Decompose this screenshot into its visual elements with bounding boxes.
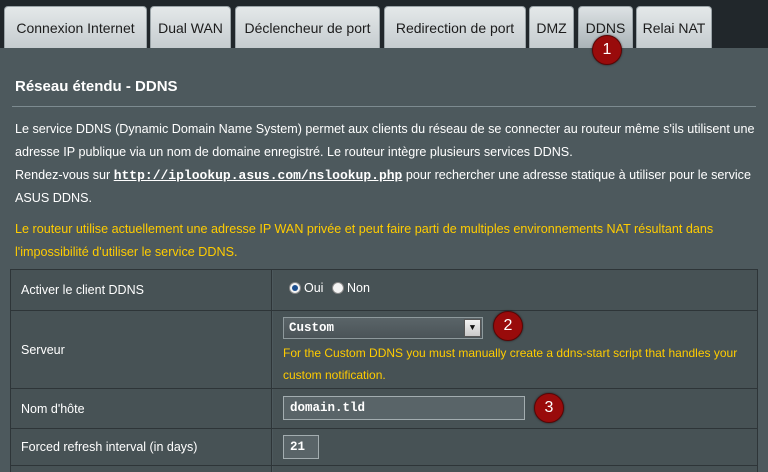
server-select[interactable]: Custom ▼ [283, 317, 483, 339]
tab-dual-wan[interactable]: Dual WAN [150, 6, 231, 48]
refresh-interval-input[interactable]: 21 [283, 435, 319, 459]
chevron-down-icon[interactable]: ▼ [464, 319, 481, 337]
private-ip-warning: Le routeur utilise actuellement une adre… [15, 222, 714, 259]
tab-redirection-de-port[interactable]: Redirection de port [384, 6, 526, 48]
callout-badge-1: 1 [592, 35, 622, 65]
iplookup-link[interactable]: http://iplookup.asus.com/nslookup.php [114, 168, 403, 183]
server-note: For the Custom DDNS you must manually cr… [283, 346, 738, 382]
callout-badge-2: 2 [493, 311, 523, 341]
tab-connexion-internet[interactable]: Connexion Internet [4, 6, 147, 48]
ddns-form: Activer le client DDNS Oui Non Serveur C… [10, 269, 758, 472]
radio-non[interactable] [332, 282, 344, 294]
tab-declencheur-de-port[interactable]: Déclencheur de port [235, 6, 380, 48]
lookup-text-before: Rendez-vous sur [15, 168, 114, 182]
tab-dmz[interactable]: DMZ [529, 6, 574, 48]
row-server: Serveur Custom ▼ For the Custom DDNS you… [11, 311, 757, 389]
description-ddns: Le service DDNS (Dynamic Domain Name Sys… [15, 122, 755, 159]
refresh-interval-value: 21 [273, 429, 757, 465]
row-next [11, 466, 757, 472]
next-row-label [11, 466, 272, 472]
ddns-panel: Réseau étendu - DDNS Le service DDNS (Dy… [0, 48, 768, 472]
radio-oui[interactable] [289, 282, 301, 294]
enable-ddns-value: Oui Non [273, 270, 757, 310]
server-selected: Custom [289, 321, 335, 335]
refresh-interval-label: Forced refresh interval (in days) [11, 429, 272, 465]
page-title: Réseau étendu - DDNS [15, 78, 178, 95]
server-label: Serveur [11, 311, 272, 388]
hostname-value: domain.tld [273, 389, 757, 428]
hostname-input[interactable]: domain.tld [283, 396, 525, 420]
row-refresh-interval: Forced refresh interval (in days) 21 [11, 429, 757, 466]
enable-ddns-label: Activer le client DDNS [11, 270, 272, 310]
tab-relai-nat[interactable]: Relai NAT [636, 6, 712, 48]
next-row-value [273, 466, 757, 472]
description-lookup: Rendez-vous sur http://iplookup.asus.com… [15, 164, 755, 210]
callout-badge-3: 3 [534, 393, 564, 423]
row-hostname: Nom d'hôte domain.tld [11, 389, 757, 429]
hostname-label: Nom d'hôte [11, 389, 272, 428]
row-enable-ddns: Activer le client DDNS Oui Non [11, 270, 757, 311]
radio-oui-label[interactable]: Oui [304, 281, 323, 295]
title-divider [12, 106, 756, 107]
radio-non-label[interactable]: Non [347, 281, 370, 295]
tab-bar: Connexion Internet Dual WAN Déclencheur … [0, 0, 768, 48]
